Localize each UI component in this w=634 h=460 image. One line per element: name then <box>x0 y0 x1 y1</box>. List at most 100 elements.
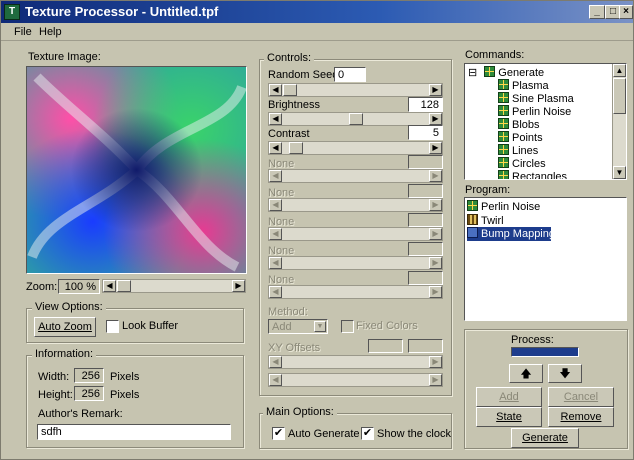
minimize-button[interactable]: _ <box>589 5 605 19</box>
program-item-perlin-noise[interactable]: Perlin Noise <box>467 200 540 213</box>
contrast-slider[interactable]: ◀ ▶ <box>268 141 443 155</box>
arrow-down-icon: 🡇 <box>559 368 571 380</box>
move-up-button[interactable]: 🡅 <box>509 364 543 383</box>
tree-item-rectangles[interactable]: Rectangles <box>498 170 567 179</box>
tree-item-points[interactable]: Points <box>498 131 543 144</box>
authors-remark-input[interactable]: sdfh <box>37 424 231 440</box>
param-5-left-button[interactable]: ◀ <box>269 199 282 211</box>
close-button[interactable]: × <box>619 5 633 19</box>
add-button[interactable]: Add <box>476 387 542 407</box>
random-seed-thumb[interactable] <box>283 84 297 96</box>
process-label: Process: <box>511 334 554 346</box>
method-select[interactable]: Add ▼ <box>268 319 328 334</box>
tree-item-sine-plasma[interactable]: Sine Plasma <box>498 92 574 105</box>
contrast-value[interactable]: 5 <box>408 125 443 140</box>
param-4-right-button[interactable]: ▶ <box>429 170 442 182</box>
tree-item-circles[interactable]: Circles <box>498 157 546 170</box>
param-8-left-button[interactable]: ◀ <box>269 286 282 298</box>
circles-icon <box>498 157 509 168</box>
bump-mapping-icon <box>467 227 478 238</box>
param-5-slider[interactable]: ◀ ▶ <box>268 198 443 212</box>
param-7-left-button[interactable]: ◀ <box>269 257 282 269</box>
param-7-right-button[interactable]: ▶ <box>429 257 442 269</box>
param-4-left-button[interactable]: ◀ <box>269 170 282 182</box>
commands-label: Commands: <box>465 49 525 61</box>
program-item-twirl[interactable]: Twirl <box>467 214 504 227</box>
process-progress-bar <box>511 347 579 357</box>
width-value: 256 <box>74 368 104 383</box>
brightness-left-button[interactable]: ◀ <box>269 113 282 125</box>
contrast-right-button[interactable]: ▶ <box>429 142 442 154</box>
chevron-down-icon[interactable]: ▼ <box>314 321 326 332</box>
commands-scroll-down-button[interactable]: ▼ <box>613 166 626 179</box>
zoom-scroll-right-button[interactable]: ▶ <box>232 280 245 292</box>
tree-item-lines[interactable]: Lines <box>498 144 538 157</box>
method-value: Add <box>272 321 292 333</box>
generate-button[interactable]: Generate <box>511 428 579 448</box>
fixed-colors-checkbox[interactable] <box>341 320 354 333</box>
tree-item-label: Perlin Noise <box>512 106 572 118</box>
commands-scroll-thumb[interactable] <box>613 78 626 114</box>
look-buffer-checkbox[interactable] <box>106 320 119 333</box>
x-offset-slider[interactable]: ◀ ▶ <box>268 355 443 369</box>
random-seed-left-button[interactable]: ◀ <box>269 84 282 96</box>
menu-bar: File Help <box>1 23 633 41</box>
cancel-button[interactable]: Cancel <box>548 387 614 407</box>
param-6-left-button[interactable]: ◀ <box>269 228 282 240</box>
show-clock-checkbox[interactable]: ✔ <box>361 427 374 440</box>
tree-node-generate[interactable]: ⊟ Generate <box>468 66 544 79</box>
generate-icon <box>484 66 496 77</box>
x-offset-right-button[interactable]: ▶ <box>429 356 442 368</box>
param-7-slider[interactable]: ◀ ▶ <box>268 256 443 270</box>
show-clock-label: Show the clock <box>377 428 451 440</box>
y-offset-right-button[interactable]: ▶ <box>429 374 442 386</box>
zoom-scroll-left-button[interactable]: ◀ <box>103 280 116 292</box>
state-button[interactable]: State <box>476 407 542 427</box>
brightness-right-button[interactable]: ▶ <box>429 113 442 125</box>
remove-button[interactable]: Remove <box>548 407 614 427</box>
program-item-bump-mapping[interactable]: Bump Mapping <box>467 227 555 241</box>
param-4-slider[interactable]: ◀ ▶ <box>268 169 443 183</box>
tree-item-label: Circles <box>512 158 546 170</box>
y-offset-left-button[interactable]: ◀ <box>269 374 282 386</box>
blobs-icon <box>498 118 509 129</box>
menu-file[interactable]: File <box>14 26 32 38</box>
commands-scroll-up-button[interactable]: ▲ <box>613 64 626 77</box>
tree-item-blobs[interactable]: Blobs <box>498 118 540 131</box>
contrast-thumb[interactable] <box>289 142 303 154</box>
collapse-icon[interactable]: ⊟ <box>468 67 477 79</box>
y-offset-slider[interactable]: ◀ ▶ <box>268 373 443 387</box>
commands-tree[interactable]: ⊟ Generate Plasma Sine Plasma Perlin Noi… <box>464 63 627 180</box>
menu-help[interactable]: Help <box>39 26 62 38</box>
contrast-left-button[interactable]: ◀ <box>269 142 282 154</box>
view-options-title: View Options: <box>32 301 106 313</box>
param-6-slider[interactable]: ◀ ▶ <box>268 227 443 241</box>
random-seed-input[interactable]: 0 <box>334 67 366 82</box>
zoom-scrollbar[interactable]: ◀ ▶ <box>102 279 246 293</box>
param-8-slider[interactable]: ◀ ▶ <box>268 285 443 299</box>
program-list[interactable]: Perlin Noise Twirl Bump Mapping <box>464 197 627 321</box>
zoom-value: 100 % <box>58 279 100 294</box>
state-button-label: State <box>496 411 522 423</box>
zoom-scroll-thumb[interactable] <box>117 280 131 292</box>
auto-zoom-button[interactable]: Auto Zoom <box>34 317 96 337</box>
sine-plasma-icon <box>498 92 509 103</box>
x-offset-left-button[interactable]: ◀ <box>269 356 282 368</box>
tree-item-perlin-noise[interactable]: Perlin Noise <box>498 105 571 118</box>
param-6-right-button[interactable]: ▶ <box>429 228 442 240</box>
commands-scrollbar[interactable]: ▲ ▼ <box>612 64 626 179</box>
random-seed-right-button[interactable]: ▶ <box>429 84 442 96</box>
lines-icon <box>498 144 509 155</box>
tree-item-plasma[interactable]: Plasma <box>498 79 549 92</box>
brightness-value[interactable]: 128 <box>408 97 443 112</box>
brightness-slider[interactable]: ◀ ▶ <box>268 112 443 126</box>
perlin-noise-icon <box>498 105 509 116</box>
param-5-right-button[interactable]: ▶ <box>429 199 442 211</box>
height-unit: Pixels <box>110 389 140 401</box>
move-down-button[interactable]: 🡇 <box>548 364 582 383</box>
param-8-right-button[interactable]: ▶ <box>429 286 442 298</box>
random-seed-slider[interactable]: ◀ ▶ <box>268 83 443 97</box>
title-bar[interactable]: T Texture Processor - Untitled.tpf _ □ × <box>1 1 633 23</box>
auto-generate-checkbox[interactable]: ✔ <box>272 427 285 440</box>
brightness-thumb[interactable] <box>349 113 363 125</box>
